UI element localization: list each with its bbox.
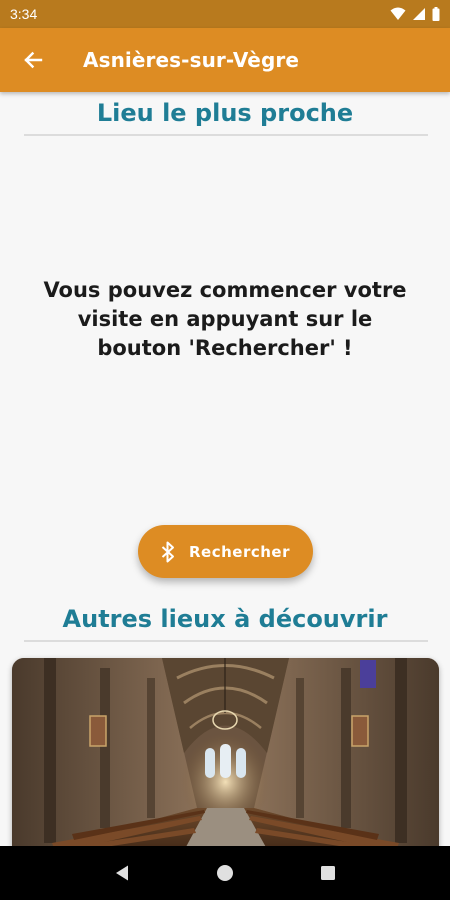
search-button-label: Rechercher (188, 542, 290, 561)
recents-square-icon (321, 866, 336, 880)
home-circle-icon (216, 865, 233, 881)
nav-back-button[interactable] (102, 853, 142, 893)
other-places-divider (24, 640, 428, 642)
status-time: 3:34 (10, 6, 38, 22)
navigation-bar (0, 846, 450, 900)
back-button[interactable] (13, 40, 53, 80)
app-bar: Asnières-sur-Vègre (0, 28, 450, 92)
back-triangle-icon (115, 865, 128, 881)
search-button[interactable]: Rechercher (138, 525, 313, 578)
nearest-place-divider (24, 134, 428, 136)
status-icons (390, 7, 440, 21)
app-title: Asnières-sur-Vègre (83, 48, 300, 72)
battery-icon (432, 7, 440, 21)
nav-recents-button[interactable] (308, 853, 348, 893)
church-interior-image (12, 658, 439, 858)
wifi-icon (390, 7, 406, 20)
arrow-back-icon (24, 51, 43, 69)
signal-icon (413, 8, 425, 20)
start-visit-message: Vous pouvez commencer votre visite en ap… (43, 278, 407, 360)
bluetooth-icon (161, 541, 175, 563)
place-card[interactable] (12, 658, 439, 858)
nav-home-button[interactable] (205, 853, 245, 893)
nearest-place-title: Lieu le plus proche (96, 99, 354, 127)
other-places-title: Autres lieux à découvrir (62, 605, 388, 633)
status-bar: 3:34 (0, 0, 450, 28)
